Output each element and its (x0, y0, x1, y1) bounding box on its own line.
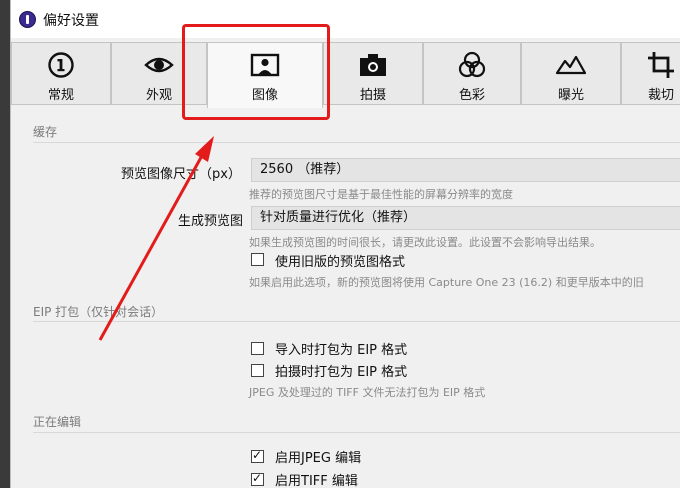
annotation-arrow-icon (98, 136, 214, 341)
